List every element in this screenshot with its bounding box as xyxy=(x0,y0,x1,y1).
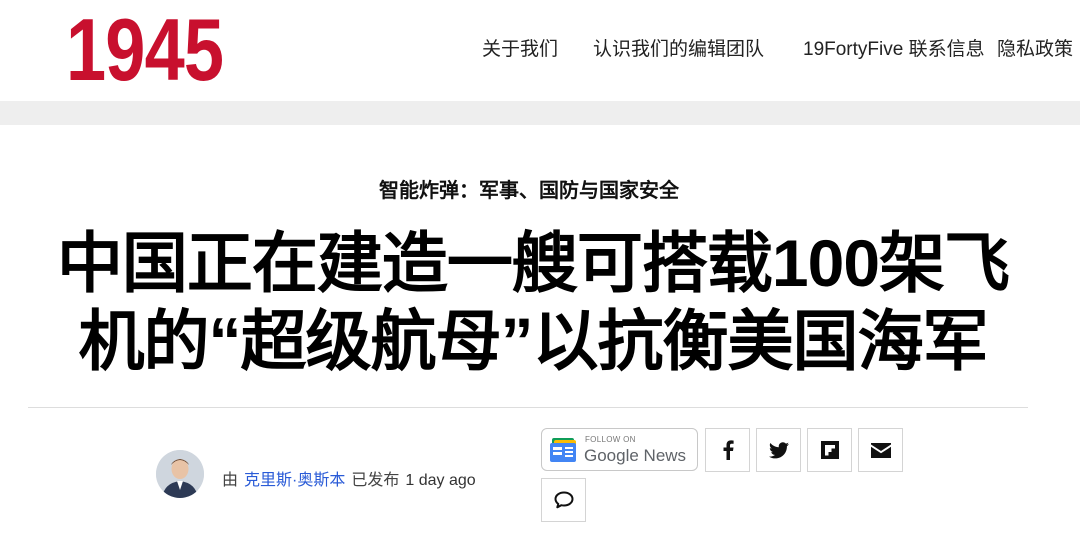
site-header: 1945 关于我们 认识我们的编辑团队 19FortyFive 联系信息 隐私政… xyxy=(0,0,1080,101)
google-news-brand: Google News xyxy=(584,446,687,465)
twitter-icon xyxy=(768,441,789,458)
divider xyxy=(28,407,1028,408)
publish-time: 1 day ago xyxy=(405,472,476,489)
published-label: 已发布 xyxy=(351,472,400,489)
facebook-icon xyxy=(723,440,734,460)
comment-button[interactable] xyxy=(541,478,586,522)
nav-contact-info[interactable]: 19FortyFive 联系信息 xyxy=(803,38,985,62)
share-email-button[interactable] xyxy=(858,428,903,472)
nav-about-us[interactable]: 关于我们 xyxy=(482,38,558,62)
flipboard-icon xyxy=(820,441,839,459)
email-icon xyxy=(870,442,891,458)
google-news-follow-button[interactable]: FOLLOW ON Google News xyxy=(541,428,698,471)
article-category[interactable]: 智能炸弹：军事、国防与国家安全 xyxy=(0,174,1058,203)
nav-privacy-policy[interactable]: 隐私政策 xyxy=(997,38,1073,62)
byline-prefix: 由 xyxy=(222,472,239,489)
article-headline: 中国正在建造一艘可搭载100架飞机的“超级航母”以抗衡美国海军 xyxy=(56,226,1010,378)
site-logo[interactable]: 1945 xyxy=(66,4,224,96)
header-divider-band xyxy=(0,101,1080,125)
share-twitter-button[interactable] xyxy=(756,428,801,472)
article-byline: 由克里斯·奥斯本 已发布 1 day ago xyxy=(222,466,476,490)
share-flipboard-button[interactable] xyxy=(807,428,852,472)
comment-icon xyxy=(554,491,573,509)
share-facebook-button[interactable] xyxy=(705,428,750,472)
nav-meet-editors[interactable]: 认识我们的编辑团队 xyxy=(593,38,764,62)
author-avatar[interactable] xyxy=(156,450,204,498)
google-news-follow-label: FOLLOW ON xyxy=(585,435,636,444)
google-news-icon xyxy=(550,438,576,462)
author-link[interactable]: 克里斯·奥斯本 xyxy=(244,472,345,489)
